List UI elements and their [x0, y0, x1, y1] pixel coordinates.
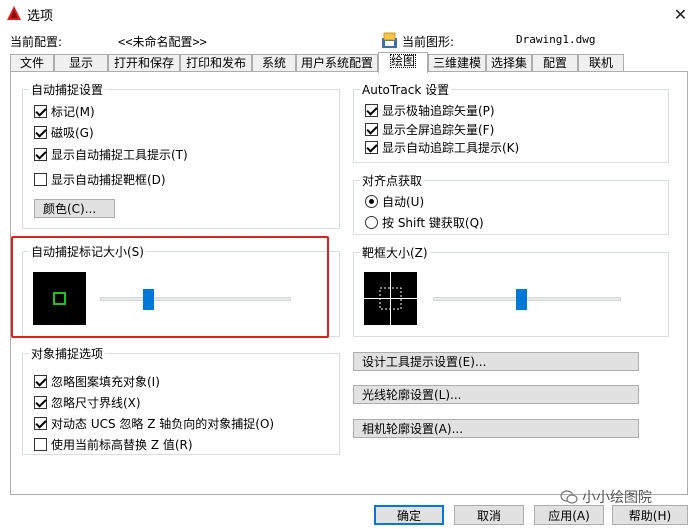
- checkbox-checked: [34, 148, 47, 161]
- cancel-button[interactable]: 取消: [454, 505, 524, 525]
- ignore-hatch-checkbox[interactable]: 忽略图案填充对象(I): [34, 373, 160, 390]
- tab-open-save[interactable]: 打开和保存: [108, 54, 180, 72]
- tab-profiles[interactable]: 配置: [532, 54, 578, 72]
- tab-display[interactable]: 显示: [54, 54, 108, 72]
- object-snap-options-group: 对象捕捉选项 忽略图案填充对象(I) 忽略尺寸界线(X) 对动态 UCS 忽略 …: [22, 345, 340, 455]
- current-drawing-value: Drawing1.dwg: [516, 33, 596, 46]
- checkbox-checked: [34, 126, 47, 139]
- camera-glyph-settings-button[interactable]: 相机轮廓设置(A)...: [353, 419, 639, 438]
- colors-button[interactable]: 颜色(C)...: [34, 199, 115, 218]
- checkbox-checked: [34, 396, 47, 409]
- watermark-text: 小小绘图院: [582, 490, 652, 506]
- checkbox-checked: [34, 375, 47, 388]
- aperture-size-slider-thumb[interactable]: [516, 289, 528, 310]
- aperture-preview: [364, 272, 417, 325]
- watermark: 小小绘图院: [560, 487, 652, 507]
- object-snap-options-title: 对象捕捉选项: [29, 345, 106, 362]
- acquire-shift-radio[interactable]: 按 Shift 键获取(Q): [365, 214, 484, 231]
- alignment-point-group: 对齐点获取 自动(U) 按 Shift 键获取(Q): [353, 172, 669, 235]
- autocad-logo-icon: [7, 6, 21, 20]
- drawing-file-icon: [382, 32, 397, 48]
- tab-files[interactable]: 文件: [10, 54, 54, 72]
- window-title: 选项: [27, 9, 54, 24]
- aperture-size-group: 靶框大小(Z): [353, 244, 669, 337]
- aperture-size-title: 靶框大小(Z): [360, 244, 430, 261]
- ignore-negative-z-checkbox[interactable]: 对动态 UCS 忽略 Z 轴负向的对象捕捉(O): [34, 415, 274, 432]
- autotrack-settings-title: AutoTrack 设置: [360, 81, 452, 98]
- tab-system[interactable]: 系统: [252, 54, 296, 72]
- radio-unselected: [365, 216, 378, 229]
- current-profile-value: <<未命名配置>>: [118, 35, 207, 49]
- highlight-annotation-box: [11, 236, 329, 338]
- tab-3d-modeling[interactable]: 三维建模: [428, 54, 486, 72]
- replace-z-checkbox[interactable]: 使用当前标高替换 Z 值(R): [34, 436, 193, 453]
- polar-tracking-vector-checkbox[interactable]: 显示极轴追踪矢量(P): [365, 102, 495, 119]
- magnet-checkbox[interactable]: 磁吸(G): [34, 124, 94, 141]
- close-icon: ✕: [673, 4, 688, 24]
- autosnap-settings-title: 自动捕捉设置: [29, 81, 106, 98]
- autosnap-tooltip-checkbox[interactable]: 显示自动捕捉工具提示(T): [34, 146, 188, 163]
- ignore-dimension-checkbox[interactable]: 忽略尺寸界线(X): [34, 394, 141, 411]
- help-button[interactable]: 帮助(H): [612, 505, 688, 525]
- tab-plot-publish[interactable]: 打印和发布: [180, 54, 252, 72]
- autotrack-tooltip-checkbox[interactable]: 显示自动追踪工具提示(K): [365, 139, 519, 156]
- radio-selected: [365, 195, 378, 208]
- marker-checkbox[interactable]: 标记(M): [34, 103, 95, 120]
- checkbox-unchecked: [34, 438, 47, 451]
- current-profile-label: 当前配置:: [10, 35, 63, 49]
- wechat-icon: [560, 490, 578, 504]
- autosnap-settings-group: 自动捕捉设置 标记(M) 磁吸(G) 显示自动捕捉工具提示(T) 显示自动捕捉靶…: [22, 81, 340, 229]
- title-bar: 选项 ✕: [0, 0, 699, 28]
- tab-drafting[interactable]: 绘图: [378, 52, 428, 73]
- checkbox-checked: [34, 105, 47, 118]
- drafting-tooltip-settings-button[interactable]: 设计工具提示设置(E)...: [353, 352, 639, 371]
- tab-user-preferences[interactable]: 用户系统配置: [296, 54, 378, 72]
- checkbox-checked: [365, 104, 378, 117]
- tab-selection[interactable]: 选择集: [486, 54, 532, 72]
- fullscreen-tracking-vector-checkbox[interactable]: 显示全屏追踪矢量(F): [365, 121, 494, 138]
- tab-online[interactable]: 联机: [578, 54, 624, 72]
- current-drawing-label: 当前图形:: [402, 35, 455, 49]
- checkbox-unchecked: [34, 173, 47, 186]
- alignment-point-title: 对齐点获取: [360, 172, 425, 189]
- ok-button[interactable]: 确定: [374, 505, 444, 525]
- checkbox-checked: [365, 123, 378, 136]
- lights-glyph-settings-button[interactable]: 光线轮廓设置(L)...: [353, 385, 639, 404]
- close-button[interactable]: ✕: [662, 0, 699, 28]
- autotrack-settings-group: AutoTrack 设置 显示极轴追踪矢量(P) 显示全屏追踪矢量(F) 显示自…: [353, 81, 669, 163]
- acquire-automatic-radio[interactable]: 自动(U): [365, 193, 424, 210]
- checkbox-checked: [365, 141, 378, 154]
- aperture-crosshair-icon: [364, 272, 417, 325]
- apply-button[interactable]: 应用(A): [534, 505, 604, 525]
- autosnap-aperture-checkbox[interactable]: 显示自动捕捉靶框(D): [34, 171, 166, 188]
- checkbox-checked: [34, 417, 47, 430]
